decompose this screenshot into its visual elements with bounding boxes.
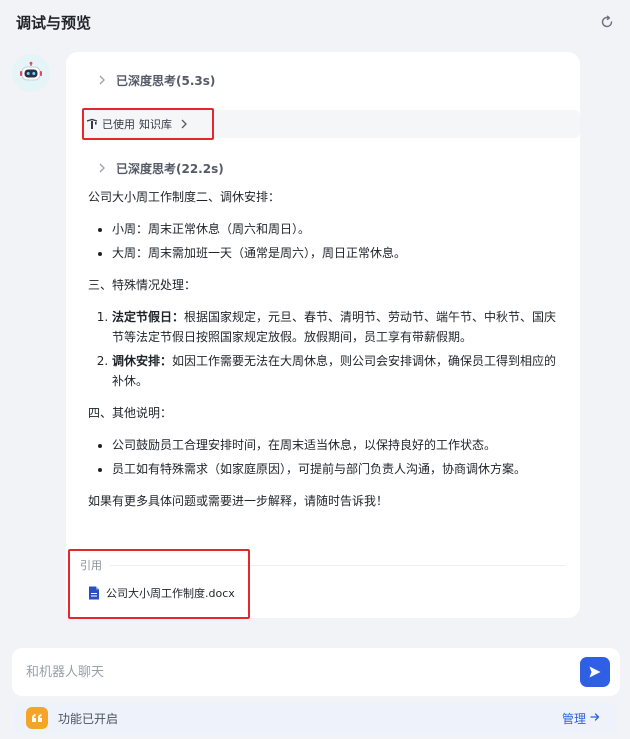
reference-file-link[interactable]: 公司大小周工作制度.docx — [88, 583, 235, 603]
quote-icon — [26, 707, 48, 729]
special-list: 法定节假日：根据国家规定，元旦、春节、清明节、劳动节、端午节、中秋节、国庆节等法… — [88, 307, 558, 391]
feature-status-bar: 功能已开启 管理 — [14, 702, 616, 734]
reference-label: 引用 — [80, 559, 102, 572]
arrow-right-icon — [590, 711, 600, 725]
list-item: 小周：周末正常休息（周六和周日）。 — [112, 219, 558, 239]
bot-message: 已深度思考(5.3s) 已使用 知识库 已深度思考(22.2s) 公司大小周工作… — [66, 52, 580, 618]
manage-link[interactable]: 管理 — [562, 710, 600, 727]
answer-closing: 如果有更多具体问题或需要进一步解释，请随时告诉我！ — [88, 494, 389, 508]
item-text: 如因工作需要无法在大周休息，则公司会安排调休，确保员工得到相应的补休。 — [112, 354, 557, 388]
docx-file-icon — [88, 586, 100, 600]
deep-think-toggle-2[interactable]: 已深度思考(22.2s) — [96, 158, 224, 178]
chat-composer — [12, 648, 620, 696]
list-item: 调休安排：如因工作需要无法在大周休息，则公司会安排调休，确保员工得到相应的补休。 — [112, 351, 558, 391]
send-button[interactable] — [580, 657, 610, 687]
reference-divider — [110, 565, 566, 566]
feature-status-text: 功能已开启 — [58, 711, 119, 726]
refresh-icon[interactable] — [598, 13, 616, 31]
header: 调试与预览 — [0, 0, 630, 44]
chat-input[interactable] — [26, 664, 580, 680]
answer-intro: 公司大小周工作制度二、调休安排： — [88, 190, 281, 204]
reference-file-name: 公司大小周工作制度.docx — [106, 587, 235, 600]
answer-content: 公司大小周工作制度二、调休安排： 小周：周末正常休息（周六和周日）。 大周：周末… — [88, 187, 558, 523]
manage-label: 管理 — [561, 711, 586, 726]
chevron-right-icon — [180, 119, 190, 129]
chevron-right-icon — [96, 162, 108, 174]
chevron-right-icon — [96, 74, 108, 86]
kb-name: 知识库 — [139, 118, 172, 131]
list-item: 员工如有特殊需求（如家庭原因），可提前与部门负责人沟通，协商调休方案。 — [112, 459, 558, 479]
send-icon — [589, 666, 601, 678]
kb-prefix: 已使用 — [102, 118, 135, 131]
deep-think-toggle-1[interactable]: 已深度思考(5.3s) — [96, 70, 215, 90]
list-item: 公司鼓励员工合理安排时间，在周末适当休息，以保持良好的工作状态。 — [112, 435, 558, 455]
robot-icon — [20, 61, 42, 81]
section-heading: 四、其他说明： — [88, 406, 173, 420]
item-title: 法定节假日： — [112, 310, 185, 324]
section-heading: 三、特殊情况处理： — [88, 278, 197, 292]
knowledge-base-icon — [86, 118, 98, 130]
bot-avatar — [12, 54, 50, 92]
knowledge-base-chip[interactable]: 已使用 知识库 — [86, 114, 190, 134]
list-item: 大周：周末需加班一天（通常是周六），周日正常休息。 — [112, 243, 558, 263]
deep-think-label: 已深度思考(5.3s) — [116, 73, 216, 88]
deep-think-label: 已深度思考(22.2s) — [116, 161, 224, 176]
page-title: 调试与预览 — [16, 13, 92, 32]
other-list: 公司鼓励员工合理安排时间，在周末适当休息，以保持良好的工作状态。 员工如有特殊需… — [88, 435, 558, 479]
list-item: 法定节假日：根据国家规定，元旦、春节、清明节、劳动节、端午节、中秋节、国庆节等法… — [112, 307, 558, 347]
item-title: 调休安排： — [112, 354, 173, 368]
rest-list: 小周：周末正常休息（周六和周日）。 大周：周末需加班一天（通常是周六），周日正常… — [88, 219, 558, 263]
